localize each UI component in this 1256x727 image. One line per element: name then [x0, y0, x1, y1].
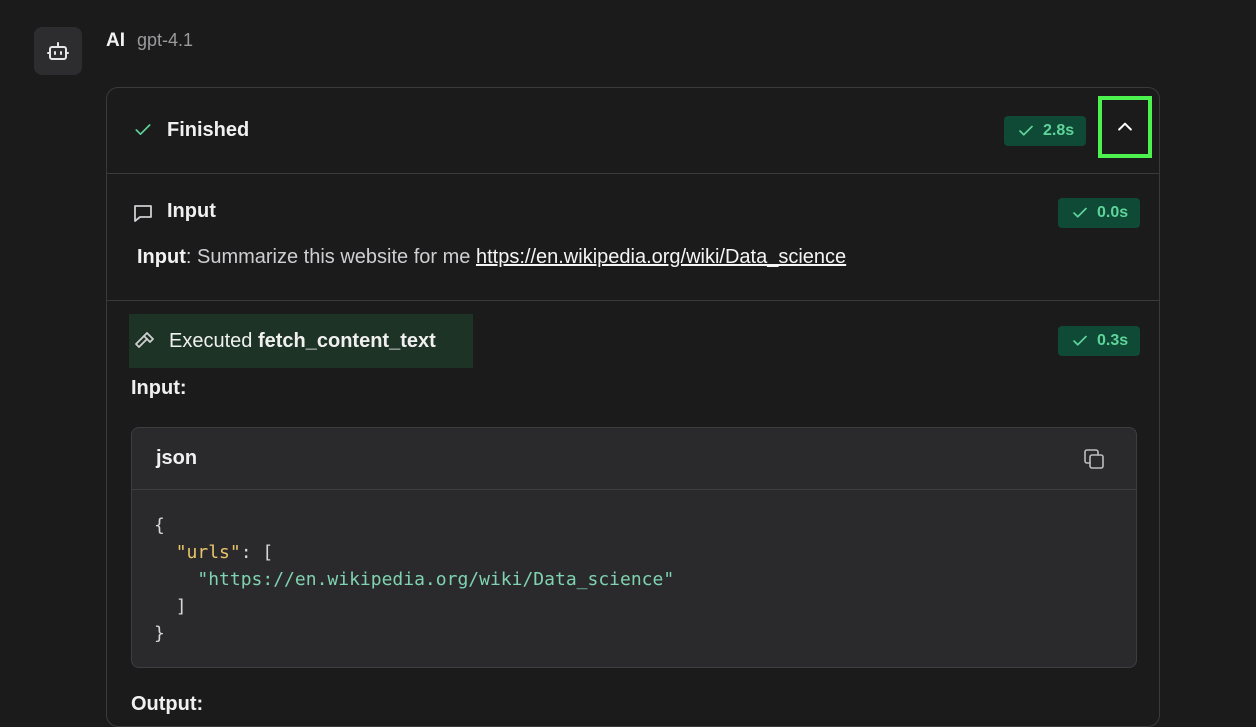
tool-run-card: Finished 2.8s Input 0.0s Input: Summariz…: [106, 87, 1160, 727]
code-language: json: [156, 447, 198, 469]
check-icon: [135, 124, 151, 135]
bot-icon: [47, 42, 69, 60]
tool-duration: 0.3s: [1097, 332, 1129, 349]
collapse-button[interactable]: [1098, 96, 1152, 158]
code-key: "urls": [175, 542, 241, 563]
code-line: ]: [175, 596, 187, 617]
total-duration-badge: 2.8s: [1004, 116, 1087, 146]
code-line: }: [154, 623, 165, 644]
code-string: "https://en.wikipedia.org/wiki/Data_scie…: [197, 569, 675, 590]
tool-name: fetch_content_text: [257, 329, 436, 352]
tool-input-label: Input:: [131, 377, 187, 399]
avatar: [34, 27, 82, 75]
code-punct: : [: [240, 542, 274, 563]
chevron-up-icon: [1118, 122, 1132, 131]
input-link[interactable]: https://en.wikipedia.org/wiki/Data_scien…: [476, 246, 846, 268]
tool-step-title[interactable]: Executed fetch_content_text: [129, 314, 473, 368]
tool-duration-badge: 0.3s: [1058, 326, 1141, 356]
message-header: AI gpt-4.1: [106, 30, 193, 52]
tool-step-label: Executed fetch_content_text: [169, 330, 436, 353]
tool-output-label: Output:: [131, 693, 204, 715]
model-name: gpt-4.1: [137, 30, 194, 50]
tool-step-prefix: Executed: [169, 329, 253, 352]
total-duration: 2.8s: [1043, 122, 1075, 139]
chat-bubble-icon: [134, 205, 152, 222]
copy-icon[interactable]: [1082, 447, 1106, 471]
input-text-line: Input: Summarize this website for me htt…: [137, 246, 846, 269]
input-step-row: Input 0.0s: [107, 173, 1159, 301]
input-duration: 0.0s: [1097, 204, 1129, 221]
check-icon: [1073, 207, 1087, 218]
code-block: json { "urls": [ "https://en.wikipedia.o…: [131, 427, 1137, 668]
input-step-title: Input: [167, 200, 216, 222]
input-label: Input: [137, 246, 186, 268]
code-content: { "urls": [ "https://en.wikipedia.org/wi…: [132, 490, 1136, 647]
code-line: {: [154, 515, 165, 536]
status-row[interactable]: Finished 2.8s: [107, 88, 1159, 174]
check-icon: [1073, 335, 1087, 346]
code-block-header: json: [132, 428, 1136, 490]
check-icon: [1019, 125, 1033, 136]
status-title: Finished: [167, 119, 250, 141]
input-text: Summarize this website for me: [191, 246, 476, 268]
hammer-icon: [135, 332, 154, 348]
sender-name: AI: [106, 30, 125, 51]
input-duration-badge: 0.0s: [1058, 198, 1141, 228]
